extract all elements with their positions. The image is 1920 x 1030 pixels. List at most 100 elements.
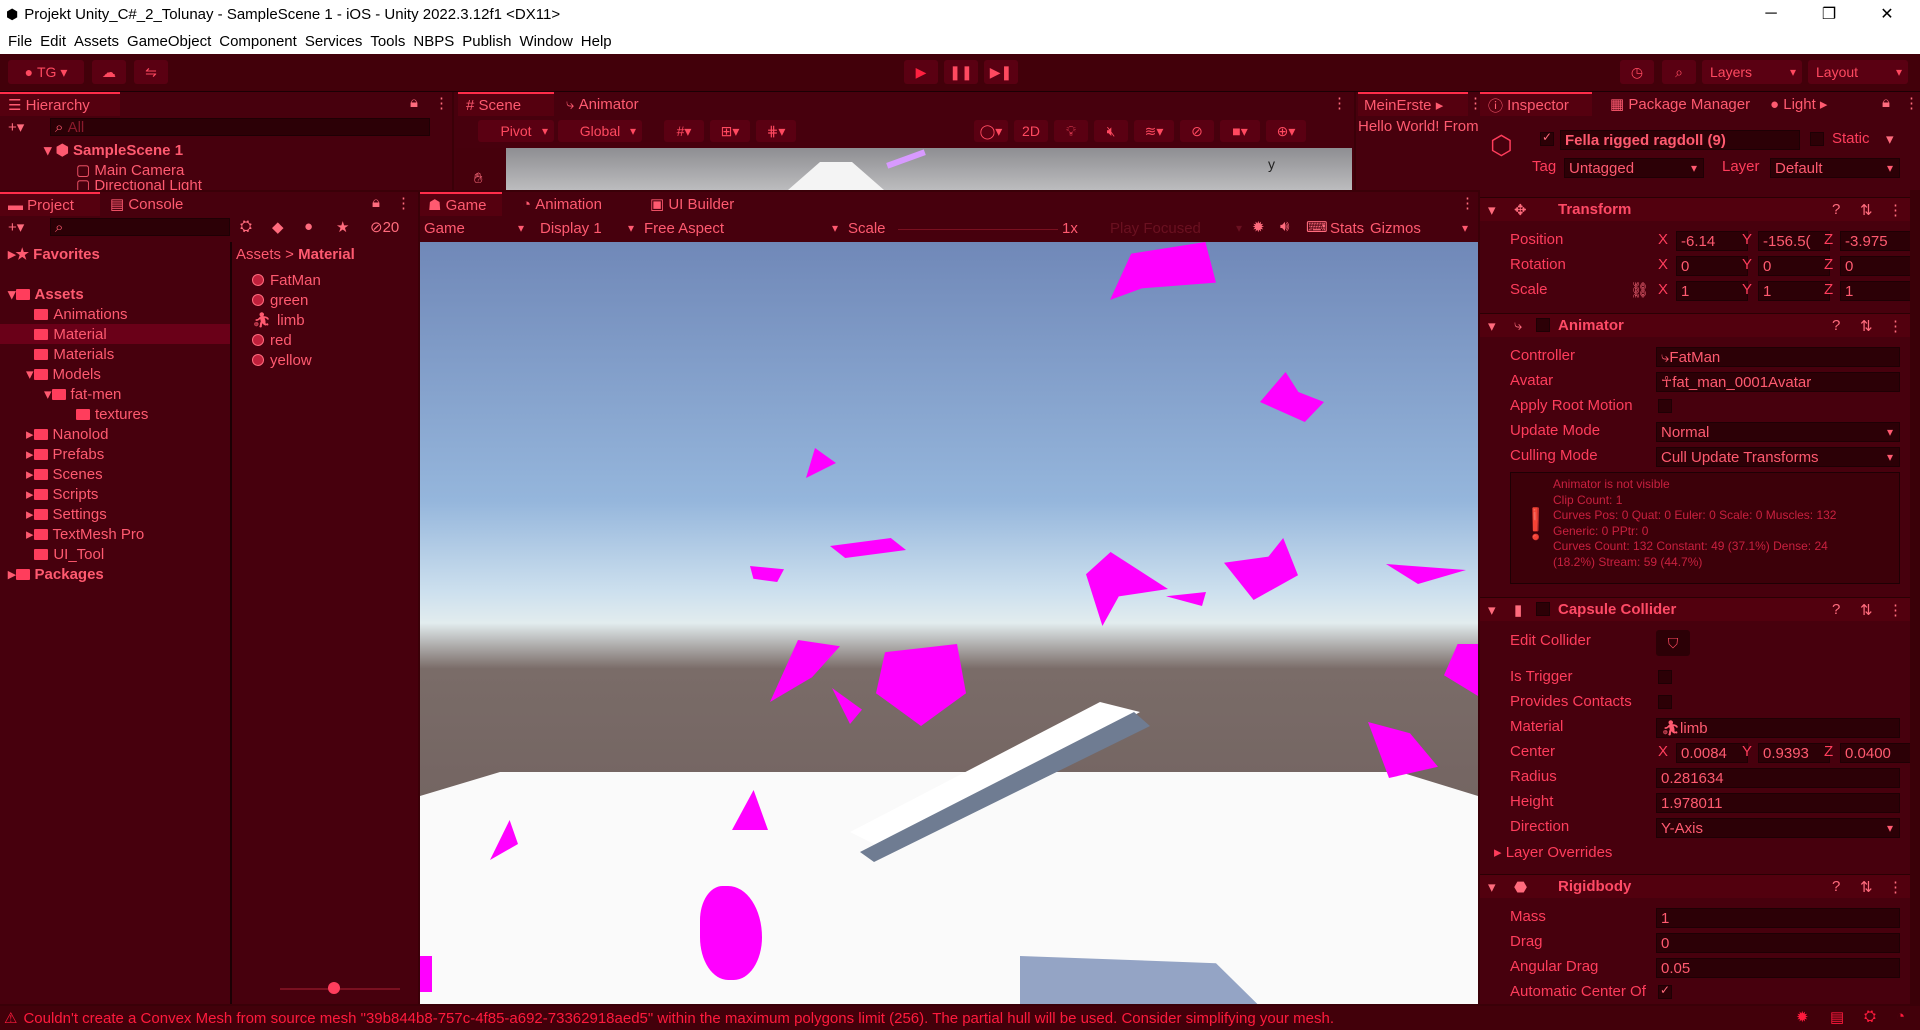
restore-button[interactable]: ❐ bbox=[1806, 0, 1852, 28]
tab-console[interactable]: ▤ Console bbox=[110, 192, 210, 216]
filter-type-icon[interactable]: ⛭ bbox=[240, 218, 252, 235]
transform-header[interactable]: ▾ ✥ Transform? ⇅ ⋮ bbox=[1480, 197, 1920, 221]
preset-icon[interactable]: ⇅ bbox=[1860, 201, 1873, 219]
layers-dropdown[interactable]: Layers bbox=[1702, 60, 1802, 84]
height-field[interactable]: 1.978011 bbox=[1656, 793, 1900, 813]
preset-icon[interactable]: ⇅ bbox=[1860, 317, 1873, 335]
more-icon[interactable]: ⋮ bbox=[1332, 94, 1347, 112]
menu-help[interactable]: Help bbox=[581, 33, 612, 50]
icon-size-slider[interactable] bbox=[280, 988, 400, 990]
more-icon[interactable]: ⋮ bbox=[1888, 601, 1903, 619]
close-button[interactable]: ✕ bbox=[1864, 0, 1910, 28]
rotation-z-field[interactable]: 0 bbox=[1840, 256, 1912, 276]
link-icon[interactable]: ⛓ bbox=[1630, 281, 1649, 299]
scale-z-field[interactable]: 1 bbox=[1840, 281, 1912, 301]
mass-field[interactable]: 1 bbox=[1656, 908, 1900, 928]
tab-hierarchy[interactable]: ☰ Hierarchy bbox=[0, 92, 120, 116]
position-y-field[interactable]: -156.5( bbox=[1758, 231, 1830, 251]
menu-nbps[interactable]: NBPS bbox=[413, 33, 454, 50]
2d-toggle[interactable]: 2D bbox=[1014, 120, 1048, 142]
folder-item[interactable]: Materials bbox=[26, 344, 114, 364]
center-y-field[interactable]: 0.9393 bbox=[1758, 743, 1830, 763]
project-search-input[interactable]: ⌕ bbox=[50, 218, 230, 236]
gizmos-dropdown[interactable]: Gizmos bbox=[1370, 218, 1474, 238]
help-icon[interactable]: ? bbox=[1832, 601, 1840, 618]
update-mode-dropdown[interactable]: Normal bbox=[1656, 422, 1900, 442]
tab-package-manager[interactable]: ▦ Package Manager bbox=[1610, 92, 1760, 116]
breadcrumb-material[interactable]: Material bbox=[298, 246, 355, 263]
more-icon[interactable]: ⋮ bbox=[434, 94, 449, 112]
hidden-packages-count[interactable]: ⊘20 bbox=[370, 218, 399, 236]
hand-tool-button[interactable]: ✋︎ bbox=[456, 148, 506, 190]
more-icon[interactable]: ⋮ bbox=[396, 194, 411, 212]
hierarchy-item[interactable]: ▢ Main Camera bbox=[76, 160, 184, 180]
capsule-collider-header[interactable]: ▾ ▮ Capsule Collider? ⇅ ⋮ bbox=[1480, 597, 1920, 621]
menu-component[interactable]: Component bbox=[219, 33, 297, 50]
active-checkbox[interactable]: ✓ bbox=[1540, 130, 1554, 146]
folder-item[interactable]: ▸ Settings bbox=[26, 504, 107, 524]
folder-item[interactable]: ▸ Nanolod bbox=[26, 424, 108, 444]
animator-header[interactable]: ▾ ⤷ Animator? ⇅ ⋮ bbox=[1480, 313, 1920, 337]
star-icon[interactable]: ★ bbox=[336, 218, 349, 236]
folder-item[interactable]: UI_Tool bbox=[26, 544, 104, 564]
lighting-toggle[interactable]: 💡︎ bbox=[1054, 120, 1088, 142]
tab-scene[interactable]: # Scene bbox=[458, 92, 554, 116]
preset-icon[interactable]: ⇅ bbox=[1860, 878, 1873, 896]
folder-item[interactable]: ▾ Models bbox=[26, 364, 101, 384]
progress-icon[interactable]: ◔ bbox=[1896, 1008, 1905, 1025]
breadcrumb-assets[interactable]: Assets bbox=[236, 246, 281, 263]
tab-ui-builder[interactable]: ▣ UI Builder bbox=[650, 192, 770, 216]
asset-item[interactable]: FatMan bbox=[252, 270, 321, 290]
menu-gameobject[interactable]: GameObject bbox=[127, 33, 211, 50]
position-z-field[interactable]: -3.975 bbox=[1840, 231, 1912, 251]
asset-item[interactable]: yellow bbox=[252, 350, 312, 370]
assets-folder[interactable]: ▾ Assets bbox=[8, 284, 84, 304]
help-icon[interactable]: ? bbox=[1832, 201, 1840, 218]
asset-item[interactable]: red bbox=[252, 330, 292, 350]
center-x-field[interactable]: 0.0084 bbox=[1676, 743, 1748, 763]
search-button[interactable]: ⌕ bbox=[1662, 60, 1696, 84]
grid-snap-button[interactable]: #▾ bbox=[664, 120, 704, 142]
animator-enabled-checkbox[interactable] bbox=[1536, 318, 1550, 332]
menu-assets[interactable]: Assets bbox=[74, 33, 119, 50]
folder-item[interactable]: ▸ Scenes bbox=[26, 464, 103, 484]
visibility-toggle[interactable]: ⊘ bbox=[1180, 120, 1214, 142]
add-icon[interactable]: +▾ bbox=[8, 218, 24, 236]
pivot-dropdown[interactable]: Pivot bbox=[478, 120, 554, 142]
label-icon[interactable]: ◆ bbox=[272, 218, 284, 236]
bug-icon[interactable]: ✹ bbox=[1796, 1008, 1809, 1026]
chevron-down-icon[interactable]: ▾ bbox=[1886, 130, 1894, 148]
rotation-x-field[interactable]: 0 bbox=[1676, 256, 1748, 276]
lock-icon[interactable]: 🔒︎ bbox=[372, 194, 380, 211]
asset-item[interactable]: ⛹︎ limb bbox=[252, 310, 305, 330]
help-icon[interactable]: ? bbox=[1832, 317, 1840, 334]
camera-dropdown[interactable]: ■▾ bbox=[1220, 120, 1260, 142]
help-icon[interactable]: ? bbox=[1832, 878, 1840, 895]
audio-icon[interactable]: 🔊︎ bbox=[1280, 218, 1289, 235]
edit-collider-button[interactable]: ⛉ bbox=[1656, 630, 1690, 656]
splitter[interactable] bbox=[230, 242, 232, 1004]
history-button[interactable]: ◷ bbox=[1620, 60, 1654, 84]
menu-services[interactable]: Services bbox=[305, 33, 363, 50]
step-button[interactable]: ▶❚ bbox=[984, 60, 1018, 84]
aspect-dropdown[interactable]: Free Aspect bbox=[644, 218, 844, 238]
tab-animator[interactable]: ⤷ Animator bbox=[566, 92, 666, 116]
hierarchy-search-input[interactable]: ⌕ All bbox=[50, 118, 430, 136]
folder-item[interactable]: ▸ Scripts bbox=[26, 484, 98, 504]
hierarchy-item[interactable]: ▢ Directional Light bbox=[76, 180, 202, 190]
increment-snap-button[interactable]: ⋕▾ bbox=[756, 120, 796, 142]
radius-field[interactable]: 0.281634 bbox=[1656, 768, 1900, 788]
more-icon[interactable]: ⋮ bbox=[1888, 878, 1903, 896]
layout-dropdown[interactable]: Layout bbox=[1808, 60, 1908, 84]
folder-item-selected[interactable]: Material bbox=[0, 324, 230, 344]
folder-item[interactable]: Animations bbox=[26, 304, 128, 324]
folder-item[interactable]: ▸ Prefabs bbox=[26, 444, 104, 464]
center-z-field[interactable]: 0.0400 bbox=[1840, 743, 1912, 763]
keyboard-icon[interactable]: ⌨ bbox=[1306, 218, 1328, 236]
provides-contacts-checkbox[interactable] bbox=[1658, 695, 1672, 709]
collab-button[interactable]: ⇋ bbox=[134, 60, 168, 84]
culling-mode-dropdown[interactable]: Cull Update Transforms bbox=[1656, 447, 1900, 467]
tab-inspector[interactable]: ⓘ Inspector bbox=[1480, 92, 1592, 116]
inspector-scrollbar[interactable] bbox=[1910, 190, 1920, 1004]
pause-button[interactable]: ❚❚ bbox=[944, 60, 978, 84]
